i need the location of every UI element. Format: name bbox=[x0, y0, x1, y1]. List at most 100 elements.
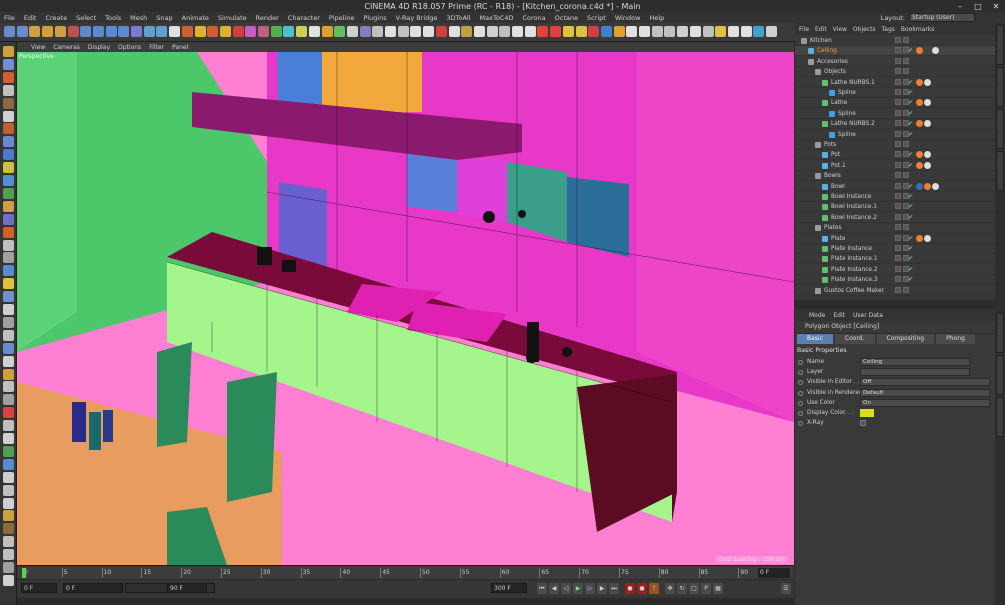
am-menu-item[interactable]: User Data bbox=[853, 312, 883, 319]
toolbar-tool-icon[interactable] bbox=[499, 26, 511, 37]
tab-objects[interactable] bbox=[996, 25, 1004, 65]
toolbar-tool-icon[interactable] bbox=[410, 26, 422, 37]
enable-check-icon[interactable]: ✔ bbox=[908, 254, 913, 264]
menu-item[interactable]: Edit bbox=[24, 14, 37, 22]
prev-key-icon[interactable]: ◀ bbox=[549, 583, 559, 594]
toolbar-tool-icon[interactable] bbox=[588, 26, 600, 37]
menu-item[interactable]: Corona bbox=[523, 14, 546, 22]
toolbar-tool-icon[interactable] bbox=[283, 26, 295, 37]
toolbar-tool-icon[interactable] bbox=[346, 26, 358, 37]
property-value[interactable]: On bbox=[860, 398, 990, 407]
menu-item[interactable]: MaxToC4D bbox=[480, 14, 514, 22]
toolbar-tool-icon[interactable] bbox=[448, 26, 460, 37]
toolbar-tool-icon[interactable] bbox=[105, 26, 117, 37]
menu-item[interactable]: Snap bbox=[156, 14, 172, 22]
object-row[interactable]: Objects bbox=[795, 67, 995, 78]
left-tool-icon[interactable] bbox=[3, 471, 14, 483]
toolbar-tool-icon[interactable] bbox=[118, 26, 130, 37]
left-tool-icon[interactable] bbox=[3, 226, 14, 238]
next-frame-icon[interactable]: ▷ bbox=[585, 583, 595, 594]
key-pla-icon[interactable]: ▦ bbox=[713, 583, 723, 594]
object-row[interactable]: Kitchen bbox=[795, 36, 995, 46]
key-param-icon[interactable]: P bbox=[701, 583, 711, 594]
menu-item[interactable]: 3DToAll bbox=[447, 14, 471, 22]
visibility-toggles[interactable] bbox=[895, 172, 911, 180]
tag-icons[interactable] bbox=[916, 99, 931, 107]
menu-item[interactable]: Render bbox=[256, 14, 279, 22]
toolbar-tool-icon[interactable] bbox=[385, 26, 396, 37]
toolbar-tool-icon[interactable] bbox=[29, 26, 41, 37]
menu-item[interactable]: Help bbox=[649, 14, 664, 22]
object-row[interactable]: Spline ✔ bbox=[795, 109, 995, 119]
current-frame-field[interactable]: 0 F bbox=[758, 568, 790, 578]
toolbar-tool-icon[interactable] bbox=[740, 26, 752, 37]
om-menu-item[interactable]: Edit bbox=[815, 26, 827, 33]
key-position-icon[interactable]: ✥ bbox=[665, 583, 675, 594]
toolbar-tool-icon[interactable] bbox=[270, 26, 282, 37]
record-icon[interactable]: ● bbox=[625, 583, 635, 594]
visibility-toggles[interactable] bbox=[895, 68, 911, 76]
toolbar-tool-icon[interactable] bbox=[308, 26, 320, 37]
toolbar-tool-icon[interactable] bbox=[372, 26, 384, 37]
tab-structure[interactable] bbox=[996, 151, 1004, 191]
animation-dot-icon[interactable] bbox=[798, 400, 803, 406]
left-tool-icon[interactable] bbox=[3, 316, 14, 328]
toolbar-tool-icon[interactable] bbox=[664, 26, 676, 37]
menu-item[interactable]: Plugins bbox=[363, 14, 386, 22]
om-menu-item[interactable]: Objects bbox=[853, 26, 876, 33]
object-row[interactable]: Lathe NURBS.2 ✔ bbox=[795, 119, 995, 130]
material-tag-icon[interactable] bbox=[916, 151, 923, 159]
key-rotation-icon[interactable]: ↻ bbox=[677, 583, 687, 594]
left-tool-icon[interactable] bbox=[3, 574, 14, 586]
left-tool-icon[interactable] bbox=[3, 381, 14, 393]
toolbar-tool-icon[interactable] bbox=[651, 26, 663, 37]
am-menu-item[interactable]: Edit bbox=[833, 312, 845, 319]
left-tool-icon[interactable] bbox=[3, 58, 14, 70]
left-tool-icon[interactable] bbox=[3, 394, 14, 406]
enable-check-icon[interactable]: ✔ bbox=[908, 275, 913, 285]
tab-takes[interactable] bbox=[996, 67, 1004, 107]
left-tool-icon[interactable] bbox=[3, 291, 14, 303]
object-row[interactable]: Plate Instance.2 ✔ bbox=[795, 265, 995, 275]
toolbar-tool-icon[interactable] bbox=[550, 26, 562, 37]
toolbar-tool-icon[interactable] bbox=[613, 26, 625, 37]
left-tool-icon[interactable] bbox=[3, 123, 14, 135]
material-tag-icon[interactable] bbox=[924, 234, 931, 242]
enable-check-icon[interactable]: ✔ bbox=[908, 182, 913, 192]
viewport-menu-item[interactable]: Filter bbox=[149, 44, 164, 51]
animation-dot-icon[interactable] bbox=[798, 370, 803, 376]
object-row[interactable]: Bowl Instance.2 ✔ bbox=[795, 213, 995, 223]
object-row[interactable]: Gustos Coffee Maker bbox=[795, 286, 995, 296]
material-tag-icon[interactable] bbox=[924, 78, 931, 86]
end-frame-field[interactable]: 300 F bbox=[491, 583, 527, 593]
next-key-icon[interactable]: ▶ bbox=[597, 583, 607, 594]
visibility-toggles[interactable] bbox=[895, 286, 911, 295]
toolbar-tool-icon[interactable] bbox=[143, 26, 155, 37]
toolbar-tool-icon[interactable] bbox=[80, 26, 92, 37]
menu-item[interactable]: Simulate bbox=[218, 14, 247, 22]
toolbar-tool-icon[interactable] bbox=[245, 26, 257, 37]
toolbar-tool-icon[interactable] bbox=[359, 26, 371, 37]
om-menu-item[interactable]: File bbox=[799, 26, 809, 33]
toolbar-tool-icon[interactable] bbox=[423, 26, 435, 37]
toolbar-tool-icon[interactable] bbox=[131, 26, 142, 37]
object-row[interactable]: Spline ✔ bbox=[795, 88, 995, 98]
material-tag-icon[interactable] bbox=[916, 161, 923, 169]
tab-attributes[interactable] bbox=[996, 313, 1004, 353]
material-tag-icon[interactable] bbox=[924, 151, 931, 159]
material-tag-icon[interactable] bbox=[916, 120, 923, 128]
animation-dot-icon[interactable] bbox=[798, 360, 803, 365]
animation-dot-icon[interactable] bbox=[798, 390, 803, 396]
toolbar-tool-icon[interactable] bbox=[4, 26, 15, 37]
toolbar-tool-icon[interactable] bbox=[397, 26, 409, 37]
tag-icons[interactable] bbox=[916, 161, 931, 169]
toolbar-tool-icon[interactable] bbox=[473, 26, 485, 37]
enable-check-icon[interactable]: ✔ bbox=[908, 244, 913, 254]
left-tool-icon[interactable] bbox=[3, 484, 14, 496]
toolbar-tool-icon[interactable] bbox=[232, 26, 244, 37]
menu-item[interactable]: Tools bbox=[105, 14, 121, 22]
left-tool-icon[interactable] bbox=[3, 407, 14, 419]
menu-item[interactable]: File bbox=[4, 14, 15, 22]
object-row[interactable]: Ceiling ✔ bbox=[795, 46, 995, 57]
object-row[interactable]: Lathe ✔ bbox=[795, 98, 995, 109]
